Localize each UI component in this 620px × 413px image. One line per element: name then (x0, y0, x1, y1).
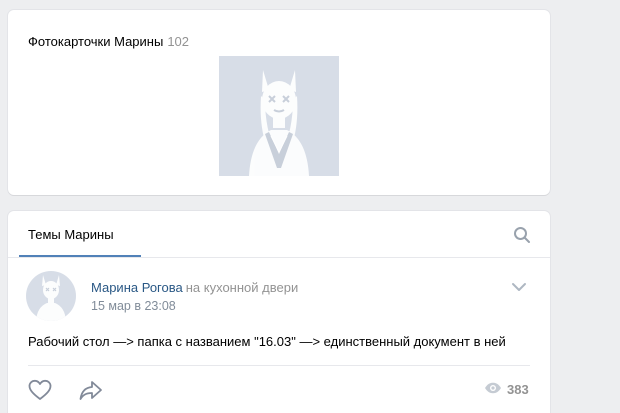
tab-topics[interactable]: Темы Марины (28, 211, 114, 258)
chevron-down-icon[interactable] (511, 280, 527, 292)
post-author-link[interactable]: Марина Рогова (91, 280, 183, 295)
post-date[interactable]: 15 мар в 23:08 (91, 298, 176, 314)
photos-count: 102 (167, 34, 190, 49)
post-header: Марина Рогова на кухонной двери (91, 280, 298, 296)
avatar-illustration-icon (249, 70, 309, 176)
eye-icon (484, 381, 502, 399)
photos-header[interactable]: Фотокарточки Марины 102 (28, 34, 189, 50)
tab-active-indicator (19, 255, 141, 257)
search-icon[interactable] (513, 226, 531, 244)
photos-title[interactable]: Фотокарточки Марины (28, 34, 163, 49)
avatar[interactable] (26, 271, 76, 321)
views-counter: 383 (484, 381, 529, 399)
post-context: на кухонной двери (185, 280, 299, 295)
share-arrow-icon[interactable] (78, 379, 104, 401)
post-divider (28, 365, 530, 366)
heart-icon[interactable] (28, 379, 52, 401)
photo-thumbnail[interactable] (219, 56, 339, 176)
tabs-bar: Темы Марины (8, 211, 550, 258)
topics-card: Темы Марины Марина Рогова на кухонной дв… (8, 211, 550, 413)
views-count: 383 (507, 382, 529, 397)
photos-card: Фотокарточки Марины 102 (8, 10, 550, 195)
post-text: Рабочий стол —> папка с названием "16.03… (28, 334, 506, 349)
